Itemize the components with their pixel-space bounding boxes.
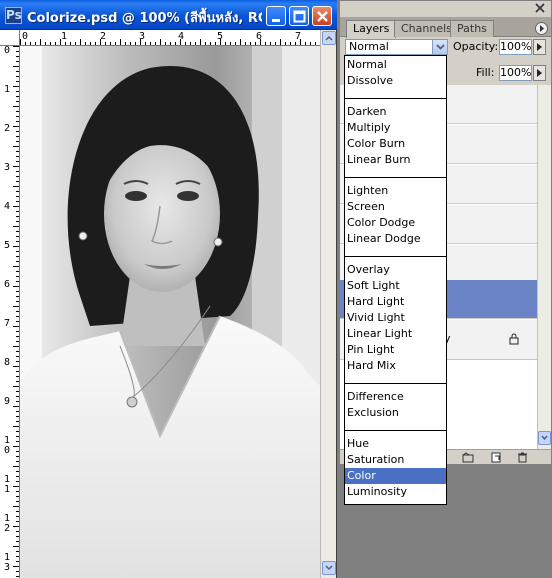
blend-mode-option[interactable]: Soft Light	[345, 278, 446, 294]
blend-mode-option[interactable]: Luminosity	[345, 484, 446, 500]
blend-mode-option[interactable]: Dissolve	[345, 73, 446, 89]
ruler-number: 4	[4, 201, 11, 212]
blend-mode-select[interactable]: Normal	[345, 39, 448, 55]
chevron-down-icon	[325, 565, 333, 571]
trash-icon[interactable]	[516, 452, 528, 463]
minimize-icon	[272, 19, 280, 22]
scroll-down-arrow[interactable]	[538, 431, 551, 445]
document-window: Ps Colorize.psd @ 100% (สีพื้นหลัง, RGB.…	[0, 0, 337, 578]
scroll-up-arrow[interactable]	[322, 31, 336, 45]
blend-mode-option[interactable]: Color Burn	[345, 136, 446, 152]
maximize-icon	[293, 10, 306, 23]
canvas[interactable]	[20, 46, 320, 578]
ruler-number: 3	[4, 162, 11, 173]
blend-mode-option[interactable]: Overlay	[345, 262, 446, 278]
ruler-number: 8	[4, 357, 11, 368]
document-title: Colorize.psd @ 100% (สีพื้นหลัง, RGB...	[27, 11, 262, 25]
blend-mode-option[interactable]: Color Dodge	[345, 215, 446, 231]
ruler-number: 1	[61, 31, 68, 42]
blend-mode-option[interactable]: Pin Light	[345, 342, 446, 358]
blend-mode-option[interactable]: Hard Light	[345, 294, 446, 310]
menu-separator	[345, 177, 446, 178]
ruler-number: 1 1	[4, 474, 11, 495]
menu-separator	[345, 430, 446, 431]
blend-mode-option[interactable]: Normal	[345, 57, 446, 73]
ruler-corner	[0, 30, 20, 46]
triangle-right-icon	[537, 69, 542, 77]
palette-tabs: Layers Channels Paths	[340, 17, 551, 38]
tab-layers[interactable]: Layers	[346, 20, 397, 38]
ruler-number: 1 2	[4, 513, 11, 534]
close-button[interactable]	[312, 6, 332, 26]
blend-mode-option[interactable]: Hue	[345, 436, 446, 452]
ruler-number: 6	[4, 279, 11, 290]
document-title-bar[interactable]: Ps Colorize.psd @ 100% (สีพื้นหลัง, RGB.…	[0, 0, 337, 30]
new-layer-set-icon[interactable]	[462, 452, 474, 463]
photoshop-icon: Ps	[5, 7, 22, 24]
close-icon[interactable]	[535, 3, 545, 13]
document-vertical-scrollbar[interactable]	[320, 30, 336, 578]
tab-paths[interactable]: Paths	[450, 20, 494, 37]
vertical-ruler[interactable]: 0 1 2 3 4 5 6 7 8 9 1 0 1 1 1 2 1 3	[0, 46, 20, 578]
minimize-button[interactable]	[266, 6, 286, 26]
opacity-label: Opacity:	[453, 40, 499, 53]
menu-separator	[345, 98, 446, 99]
ruler-number: 0	[22, 31, 29, 42]
maximize-button[interactable]	[289, 6, 309, 26]
palette-header[interactable]	[340, 1, 551, 17]
fill-slider-button[interactable]	[533, 65, 546, 81]
palette-menu-button[interactable]	[535, 22, 548, 35]
blend-mode-option[interactable]: Multiply	[345, 120, 446, 136]
blend-mode-value: Normal	[349, 40, 389, 53]
lock-icon	[509, 333, 519, 345]
menu-separator	[345, 383, 446, 384]
horizontal-ruler[interactable]: 01234567	[20, 30, 320, 46]
blend-mode-option[interactable]: Color	[345, 468, 446, 484]
layers-scrollbar[interactable]	[537, 85, 551, 449]
opacity-field[interactable]: 100%	[499, 39, 532, 55]
close-icon	[317, 11, 328, 22]
blend-mode-option[interactable]: Screen	[345, 199, 446, 215]
ruler-number: 1 3	[4, 552, 11, 573]
ruler-number: 1 0	[4, 435, 11, 456]
new-layer-icon[interactable]	[490, 452, 502, 463]
blend-mode-option[interactable]: Difference	[345, 389, 446, 405]
portrait-image	[20, 46, 320, 578]
blend-mode-option[interactable]: Vivid Light	[345, 310, 446, 326]
chevron-down-icon	[541, 435, 548, 441]
ruler-number: 4	[178, 31, 185, 42]
blend-mode-option[interactable]: Linear Dodge	[345, 231, 446, 247]
triangle-right-icon	[540, 25, 544, 32]
opacity-slider-button[interactable]	[533, 39, 546, 55]
fill-field[interactable]: 100%	[499, 65, 532, 81]
ruler-number: 5	[4, 240, 11, 251]
blend-mode-option[interactable]: Exclusion	[345, 405, 446, 421]
blend-mode-option[interactable]: Saturation	[345, 452, 446, 468]
blend-mode-option[interactable]: Lighten	[345, 183, 446, 199]
triangle-right-icon	[537, 43, 542, 51]
ruler-number: 0	[4, 46, 11, 56]
ruler-number: 7	[4, 318, 11, 329]
scroll-down-arrow[interactable]	[322, 561, 336, 575]
blend-mode-option[interactable]: Darken	[345, 104, 446, 120]
chevron-down-icon	[436, 44, 445, 50]
blend-mode-dropdown-list[interactable]: Normal Dissolve Darken Multiply Color Burn Li…	[344, 55, 447, 505]
menu-separator	[345, 256, 446, 257]
blend-mode-option[interactable]: Linear Light	[345, 326, 446, 342]
blend-mode-option[interactable]: Linear Burn	[345, 152, 446, 168]
chevron-up-icon	[325, 35, 333, 41]
ruler-number: 1	[4, 84, 11, 95]
ruler-number: 2	[4, 123, 11, 134]
ruler-number: 9	[4, 396, 11, 407]
dropdown-button[interactable]	[432, 40, 447, 54]
blend-mode-option[interactable]: Hard Mix	[345, 358, 446, 374]
fill-label: Fill:	[476, 66, 495, 79]
